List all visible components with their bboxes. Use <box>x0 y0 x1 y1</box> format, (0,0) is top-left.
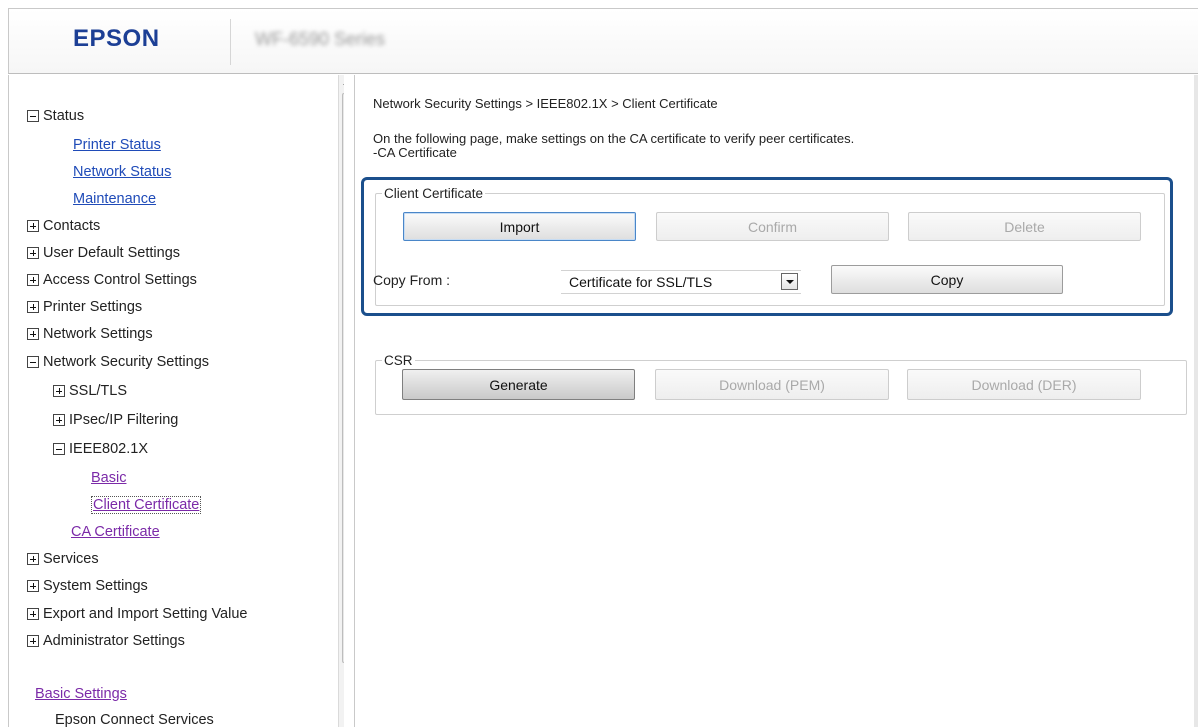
sidebar-item-label: Services <box>43 551 99 567</box>
sidebar-item-label[interactable]: Network Status <box>73 164 171 180</box>
sidebar-item-label[interactable]: Maintenance <box>73 191 156 207</box>
download-der-button[interactable]: Download (DER) <box>907 369 1141 400</box>
expand-icon[interactable] <box>53 385 65 397</box>
header-divider <box>230 19 231 65</box>
sidebar: Status Printer Status Network Status Mai… <box>8 75 344 727</box>
sidebar-item-label[interactable]: Basic <box>91 470 126 486</box>
sidebar-item-label[interactable]: Printer Status <box>73 137 161 153</box>
download-pem-button[interactable]: Download (PEM) <box>655 369 889 400</box>
expand-icon[interactable] <box>27 635 39 647</box>
header: EPSON WF-6590 Series <box>8 8 1198 74</box>
sidebar-item-epson-connect[interactable]: Epson Connect Services <box>55 707 214 727</box>
collapse-icon[interactable] <box>53 443 65 455</box>
sidebar-item-ipsec-ip-filtering[interactable]: IPsec/IP Filtering <box>53 407 178 433</box>
collapse-icon[interactable] <box>27 110 39 122</box>
sidebar-item-label: SSL/TLS <box>69 383 128 399</box>
description-line: On the following page, make settings on … <box>373 131 855 146</box>
sidebar-item-ca-certificate[interactable]: CA Certificate <box>71 519 160 545</box>
sidebar-item-label: IEEE802.1X <box>69 441 148 457</box>
generate-button[interactable]: Generate <box>402 369 635 400</box>
breadcrumb: Network Security Settings > IEEE802.1X >… <box>373 96 718 111</box>
delete-button[interactable]: Delete <box>908 212 1141 241</box>
sidebar-item-printer-status[interactable]: Printer Status <box>73 132 161 158</box>
sidebar-item-maintenance[interactable]: Maintenance <box>73 186 156 212</box>
expand-icon[interactable] <box>27 553 39 565</box>
sidebar-item-network-settings[interactable]: Network Settings <box>27 321 153 347</box>
model-name: WF-6590 Series <box>255 29 386 49</box>
description-line: -CA Certificate <box>373 145 457 160</box>
page-description: On the following page, make settings on … <box>373 132 854 160</box>
sidebar-scrollbar[interactable] <box>338 75 344 727</box>
import-button[interactable]: Import <box>403 212 636 241</box>
main-content: Network Security Settings > IEEE802.1X >… <box>354 75 1198 727</box>
sidebar-item-label: Printer Settings <box>43 299 143 315</box>
sidebar-item-services[interactable]: Services <box>27 546 99 572</box>
sidebar-item-export-import[interactable]: Export and Import Setting Value <box>27 601 247 627</box>
sidebar-item-label: IPsec/IP Filtering <box>69 412 179 428</box>
sidebar-item-printer-settings[interactable]: Printer Settings <box>27 294 142 320</box>
main-edge <box>1194 75 1198 727</box>
sidebar-item-ieee8021x[interactable]: IEEE802.1X <box>53 436 148 462</box>
sidebar-item-label: System Settings <box>43 578 148 594</box>
sidebar-item-label: Access Control Settings <box>43 272 197 288</box>
sidebar-item-network-status[interactable]: Network Status <box>73 159 171 185</box>
collapse-icon[interactable] <box>27 356 39 368</box>
sidebar-item-label[interactable]: Basic Settings <box>35 686 127 702</box>
sidebar-item-label: Network Settings <box>43 326 153 342</box>
expand-icon[interactable] <box>27 580 39 592</box>
sidebar-item-administrator-settings[interactable]: Administrator Settings <box>27 628 185 654</box>
sidebar-item-label[interactable]: Client Certificate <box>91 496 202 514</box>
sidebar-item-label: Administrator Settings <box>43 633 185 649</box>
copy-from-select[interactable]: Certificate for SSL/TLS <box>561 270 801 294</box>
sidebar-item-label[interactable]: CA Certificate <box>71 524 160 540</box>
sidebar-item-user-default-settings[interactable]: User Default Settings <box>27 240 180 266</box>
expand-icon[interactable] <box>27 220 39 232</box>
expand-icon[interactable] <box>27 247 39 259</box>
confirm-button[interactable]: Confirm <box>656 212 889 241</box>
sidebar-item-label: User Default Settings <box>43 245 181 261</box>
sidebar-item-label: Status <box>43 108 85 124</box>
sidebar-item-status[interactable]: Status <box>27 103 84 129</box>
scroll-up-arrow-icon[interactable] <box>343 79 344 85</box>
expand-icon[interactable] <box>53 414 65 426</box>
sidebar-item-network-security-settings[interactable]: Network Security Settings <box>27 349 209 375</box>
sidebar-item-system-settings[interactable]: System Settings <box>27 573 148 599</box>
sidebar-item-client-certificate[interactable]: Client Certificate <box>91 492 202 518</box>
chevron-down-icon[interactable] <box>781 273 798 290</box>
sidebar-item-ssl-tls[interactable]: SSL/TLS <box>53 378 127 404</box>
sidebar-item-label: Network Security Settings <box>43 354 210 370</box>
scrollbar-thumb[interactable] <box>342 93 344 663</box>
sidebar-item-basic[interactable]: Basic <box>91 465 126 491</box>
sidebar-item-contacts[interactable]: Contacts <box>27 213 100 239</box>
copy-button[interactable]: Copy <box>831 265 1063 294</box>
sidebar-item-access-control-settings[interactable]: Access Control Settings <box>27 267 197 293</box>
csr-legend: CSR <box>384 353 413 368</box>
expand-icon[interactable] <box>27 608 39 620</box>
epson-logo: EPSON <box>73 25 160 52</box>
copy-from-label: Copy From : <box>373 272 451 288</box>
sidebar-item-label: Contacts <box>43 218 101 234</box>
client-certificate-legend: Client Certificate <box>384 186 484 201</box>
sidebar-item-label: Export and Import Setting Value <box>43 606 248 622</box>
sidebar-item-label: Epson Connect Services <box>55 712 214 727</box>
sidebar-item-basic-settings[interactable]: Basic Settings <box>35 681 127 707</box>
expand-icon[interactable] <box>27 301 39 313</box>
expand-icon[interactable] <box>27 274 39 286</box>
expand-icon[interactable] <box>27 328 39 340</box>
